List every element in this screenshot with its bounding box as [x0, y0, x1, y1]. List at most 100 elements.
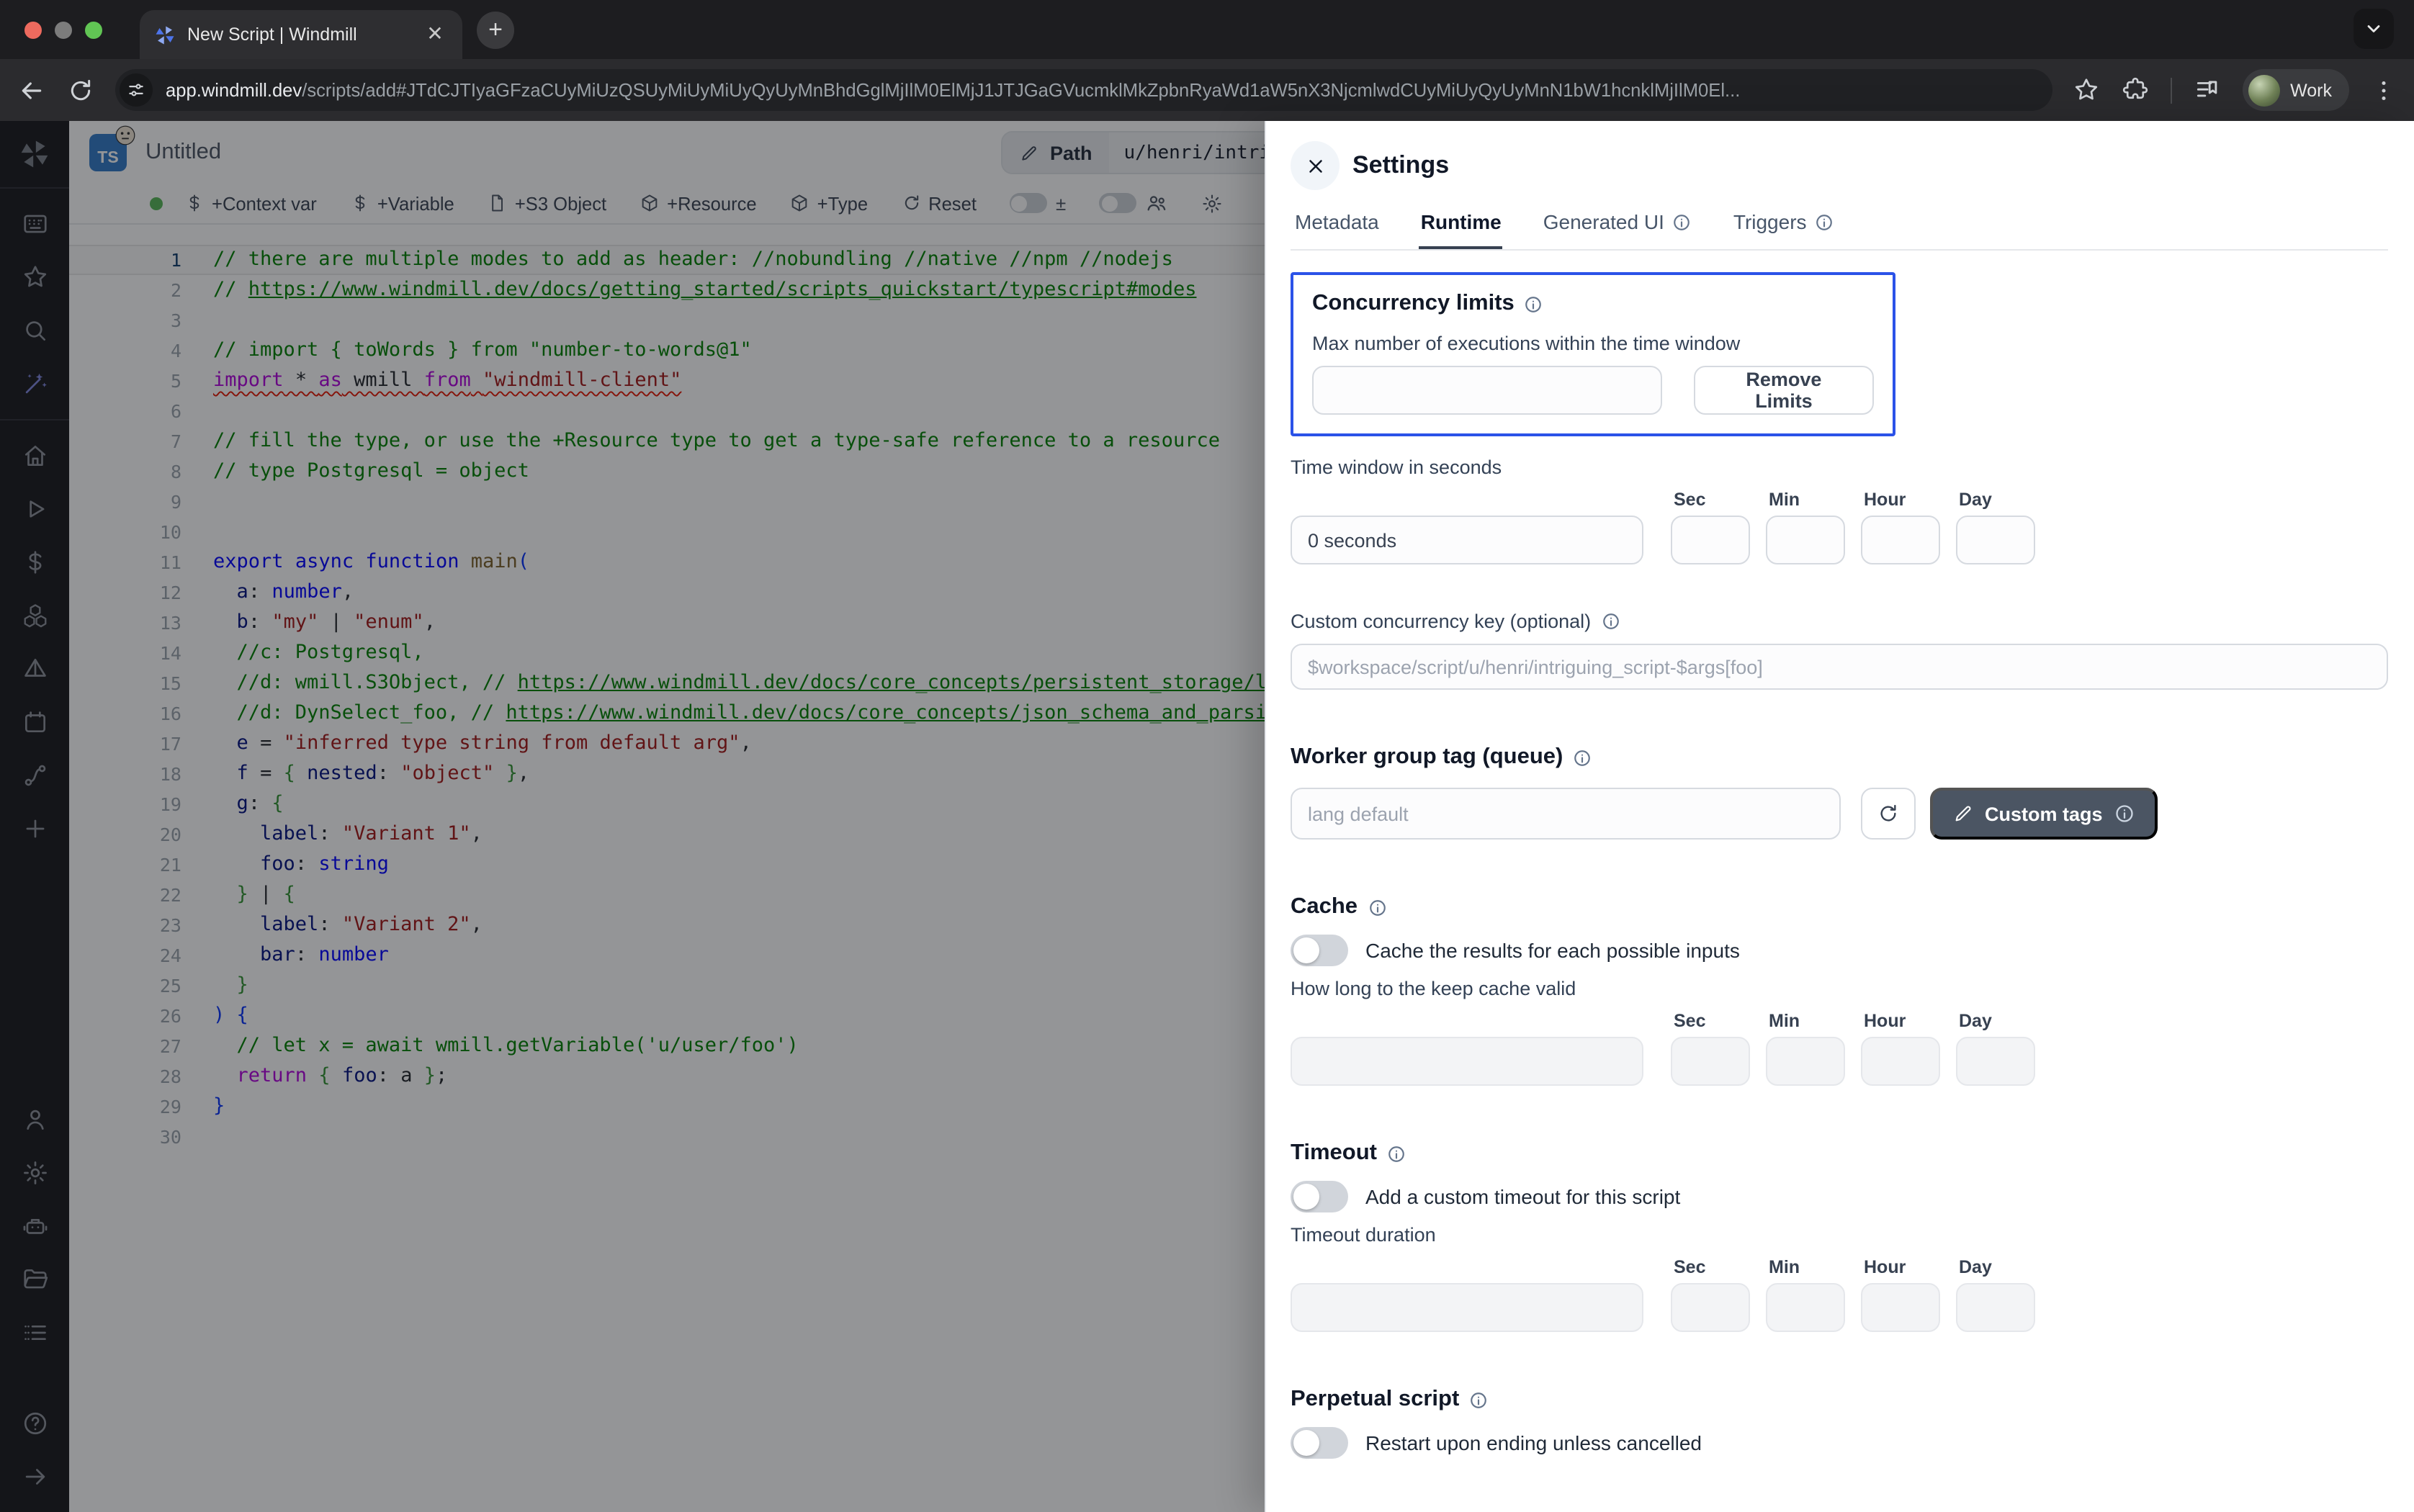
tab-label: Metadata [1295, 210, 1379, 233]
info-icon[interactable] [1368, 898, 1386, 917]
screenshot-root: New Script | Windmill ✕ + app.windmill.d… [0, 0, 2414, 1512]
unit-label: Sec [1674, 1011, 1750, 1031]
sec-input[interactable] [1671, 516, 1750, 564]
duration-unit-sec: Sec [1671, 490, 1750, 564]
minimize-window-button[interactable] [55, 21, 72, 38]
unit-label: Hour [1864, 1257, 1940, 1277]
info-icon [1673, 212, 1692, 231]
new-tab-button[interactable]: + [477, 11, 514, 48]
timeout-toggle[interactable] [1291, 1181, 1348, 1212]
time-window-input[interactable] [1291, 516, 1643, 564]
browser-navbar: app.windmill.dev/scripts/add#JTdCJTIyaGF… [0, 59, 2414, 121]
min-input[interactable] [1766, 1283, 1845, 1332]
tab-close-icon[interactable]: ✕ [422, 22, 448, 48]
sec-input[interactable] [1671, 1037, 1750, 1086]
url-path: /scripts/add#JTdCJTIyaGFzaCUyMiUzQSUyMiU… [302, 79, 1740, 101]
settings-panel: Settings Metadata Runtime Generated UI Trig… [1265, 121, 2414, 1512]
tab-generated-ui[interactable]: Generated UI [1542, 207, 1693, 249]
timeout-duration-label: Timeout duration [1291, 1224, 2388, 1246]
cache-toggle-label: Cache the results for each possible inpu… [1365, 939, 1740, 962]
max-executions-label: Max number of executions within the time… [1312, 333, 1874, 354]
info-icon[interactable] [1601, 612, 1620, 631]
perpetual-toggle[interactable] [1291, 1427, 1348, 1459]
refresh-icon [1877, 802, 1900, 825]
cache-toggle-row: Cache the results for each possible inpu… [1291, 935, 2388, 966]
tab-runtime[interactable]: Runtime [1419, 207, 1503, 249]
unit-label: Day [1959, 490, 2035, 510]
worker-group-heading: Worker group tag (queue) [1291, 744, 2388, 770]
unit-label: Min [1769, 490, 1845, 510]
timeout-toggle-row: Add a custom timeout for this script [1291, 1181, 2388, 1212]
perpetual-script-heading: Perpetual script [1291, 1387, 2388, 1413]
tab-label: Generated UI [1543, 210, 1664, 233]
unit-label: Min [1769, 1011, 1845, 1031]
browser-profile-button[interactable]: Work [2243, 69, 2349, 111]
settings-title: Settings [1352, 151, 1449, 180]
back-icon[interactable] [17, 76, 46, 104]
unit-label: Sec [1674, 1257, 1750, 1277]
url-text: app.windmill.dev/scripts/add#JTdCJTIyaGF… [166, 79, 1740, 101]
extensions-icon[interactable] [2122, 76, 2149, 104]
hour-input[interactable] [1861, 516, 1940, 564]
timeout-duration-row: Sec Min Hour Day [1291, 1257, 2388, 1332]
custom-concurrency-key-input[interactable] [1291, 644, 2388, 690]
cache-duration-input[interactable] [1291, 1037, 1643, 1086]
timeout-duration-input[interactable] [1291, 1283, 1643, 1332]
duration-unit-hour: Hour [1861, 490, 1940, 564]
info-icon[interactable] [1387, 1144, 1406, 1163]
hour-input[interactable] [1861, 1283, 1940, 1332]
min-input[interactable] [1766, 516, 1845, 564]
duration-unit-min: Min [1766, 1257, 1845, 1332]
address-bar[interactable]: app.windmill.dev/scripts/add#JTdCJTIyaGF… [115, 69, 2052, 111]
profile-label: Work [2290, 80, 2332, 100]
unit-label: Hour [1864, 490, 1940, 510]
unit-label: Min [1769, 1257, 1845, 1277]
duration-unit-hour: Hour [1861, 1011, 1940, 1086]
max-executions-input[interactable] [1312, 366, 1662, 415]
duration-unit-day: Day [1956, 490, 2035, 564]
worker-group-tag-input[interactable] [1291, 788, 1841, 840]
refresh-tags-button[interactable] [1861, 788, 1916, 840]
hour-input[interactable] [1861, 1037, 1940, 1086]
duration-unit-min: Min [1766, 1011, 1845, 1086]
info-icon [2114, 804, 2135, 824]
info-icon[interactable] [1469, 1390, 1488, 1409]
cache-toggle[interactable] [1291, 935, 1348, 966]
timeout-toggle-label: Add a custom timeout for this script [1365, 1185, 1680, 1208]
duration-unit-sec: Sec [1671, 1257, 1750, 1332]
day-input[interactable] [1956, 1037, 2035, 1086]
duration-unit-hour: Hour [1861, 1257, 1940, 1332]
tab-metadata[interactable]: Metadata [1293, 207, 1381, 249]
duration-unit-day: Day [1956, 1011, 2035, 1086]
unit-label: Hour [1864, 1011, 1940, 1031]
day-input[interactable] [1956, 516, 2035, 564]
tab-search-button[interactable] [2354, 9, 2394, 49]
sec-input[interactable] [1671, 1283, 1750, 1332]
min-input[interactable] [1766, 1037, 1845, 1086]
info-icon[interactable] [1573, 748, 1592, 767]
browser-tab[interactable]: New Script | Windmill ✕ [140, 10, 462, 59]
perpetual-toggle-row: Restart upon ending unless cancelled [1291, 1427, 2388, 1459]
bookmark-star-icon[interactable] [2073, 76, 2100, 104]
duration-unit-min: Min [1766, 490, 1845, 564]
close-settings-button[interactable] [1291, 141, 1340, 190]
zoom-window-button[interactable] [85, 21, 102, 38]
windmill-favicon-icon [154, 24, 176, 45]
duration-unit-day: Day [1956, 1257, 2035, 1332]
reading-list-icon[interactable] [2194, 76, 2221, 104]
close-window-button[interactable] [24, 21, 42, 38]
browser-menu-icon[interactable] [2371, 77, 2397, 103]
reload-icon[interactable] [66, 76, 95, 104]
tab-triggers[interactable]: Triggers [1732, 207, 1836, 249]
tab-strip: New Script | Windmill ✕ + [0, 0, 2414, 59]
site-settings-icon[interactable] [120, 73, 153, 107]
window-controls [24, 21, 102, 38]
custom-tags-button[interactable]: Custom tags [1930, 788, 2158, 840]
info-icon[interactable] [1525, 294, 1543, 313]
navbar-divider [2171, 77, 2172, 103]
day-input[interactable] [1956, 1283, 2035, 1332]
unit-label: Sec [1674, 490, 1750, 510]
windmill-app: TS Untitled Path u/henri/intriguing_scri… [0, 121, 2414, 1512]
modal-backdrop[interactable] [0, 121, 1265, 1512]
remove-limits-button[interactable]: Remove Limits [1694, 366, 1874, 415]
